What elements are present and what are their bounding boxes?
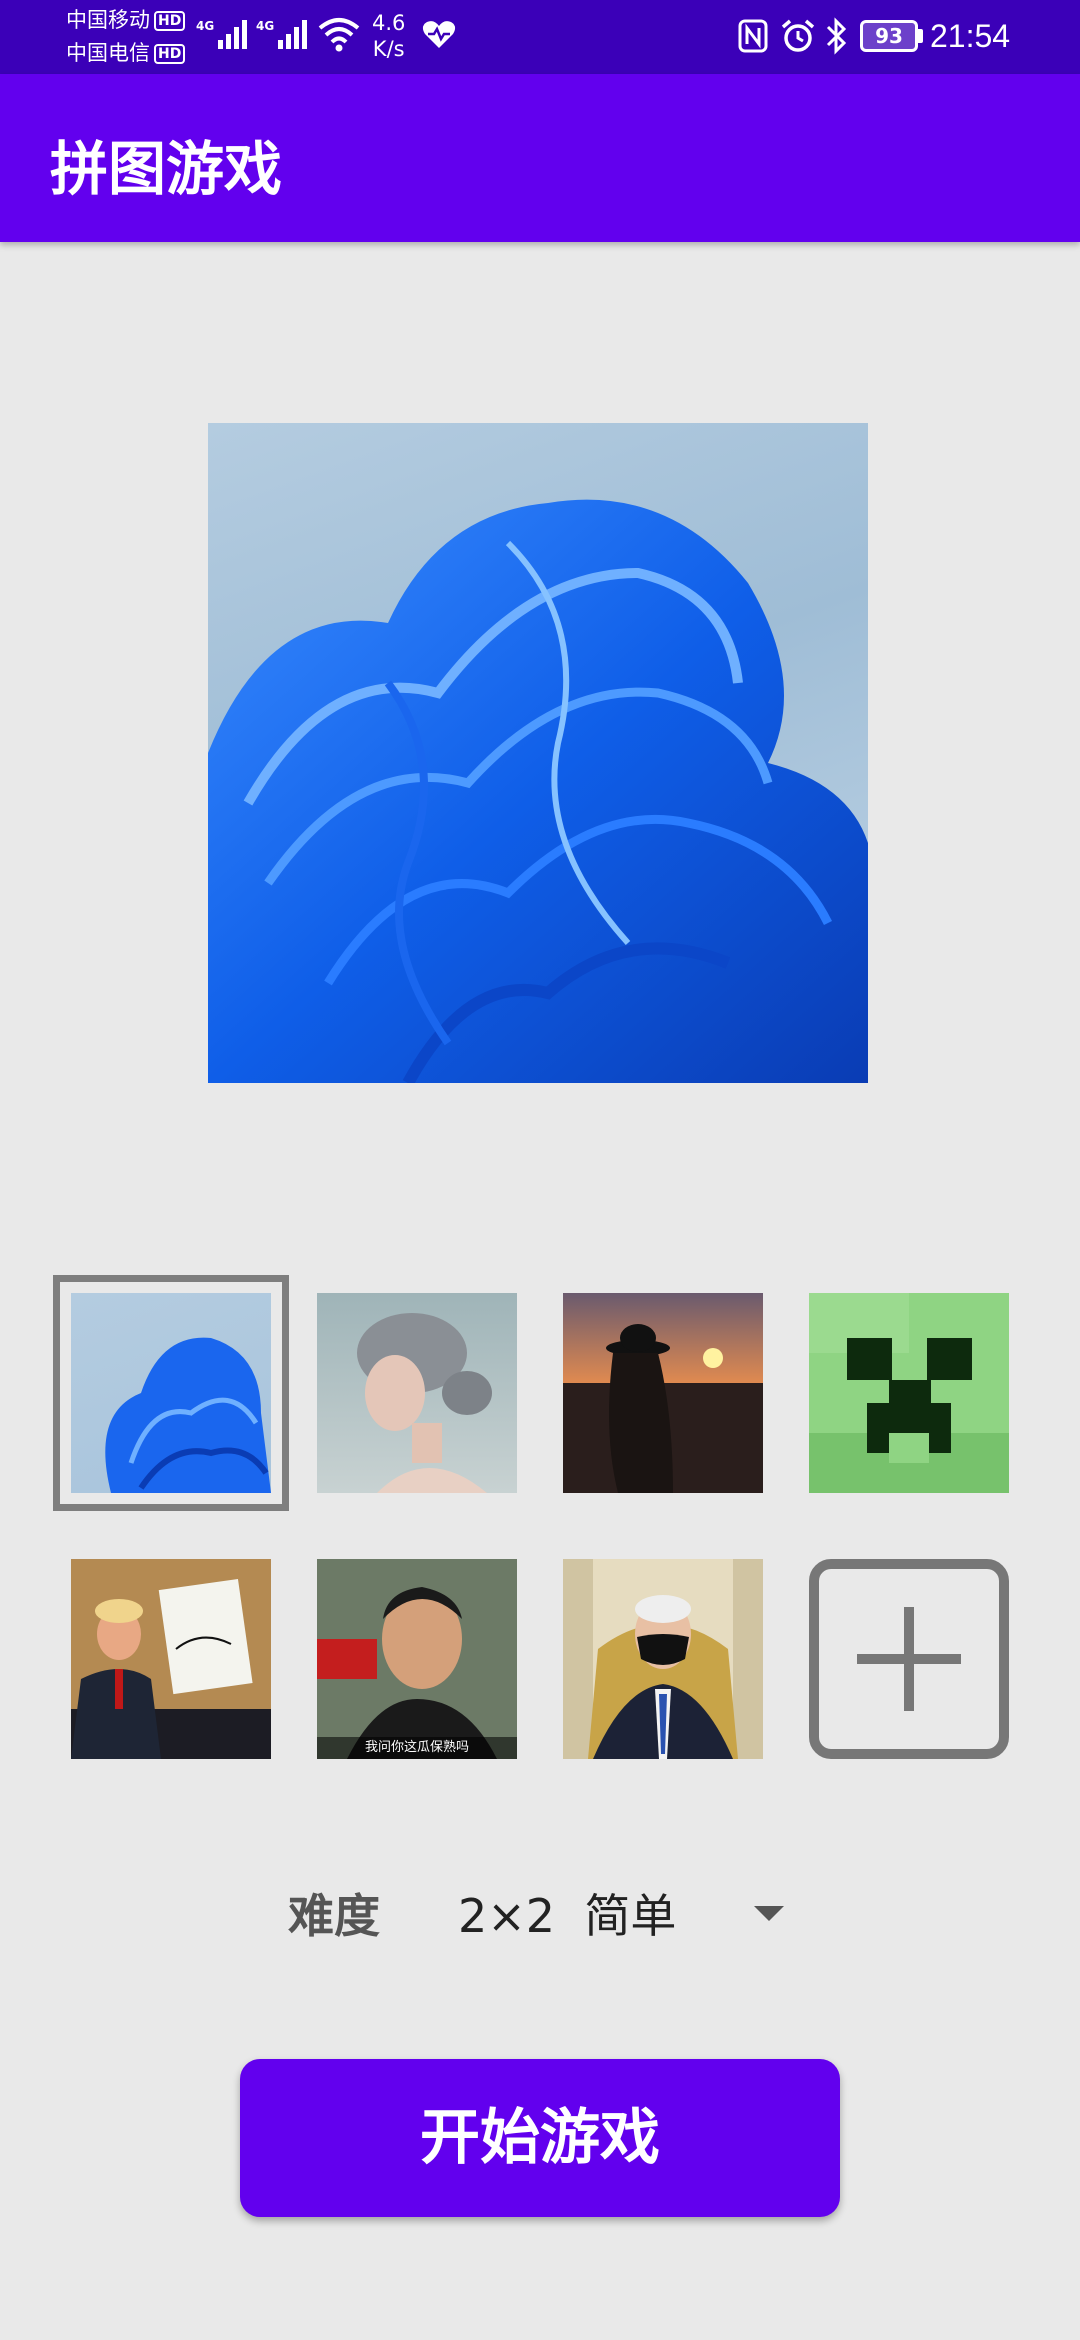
blue-ribbon-image [208,499,868,1083]
signal-icon: 4G [256,19,307,49]
battery-icon: 93 [860,20,918,52]
status-bar: 中国移动 HD 中国电信 HD 4G 4G 4.6 K/s 93 21:54 [0,0,1080,74]
app-bar: 拼图游戏 [0,74,1080,242]
clock: 21:54 [930,18,1011,54]
hd-badge: HD [154,11,186,31]
svg-text:4G: 4G [256,19,274,33]
thumbnail-6[interactable]: 我问你这瓜保熟吗 [317,1559,517,1759]
preview-image [208,423,868,1083]
difficulty-dropdown[interactable]: 2×2 简单 [458,1870,798,1950]
plus-icon-vertical [904,1607,914,1711]
chevron-down-icon [754,1906,784,1921]
woman-hat-sunset-thumbnail [563,1324,763,1493]
wifi-icon [318,18,360,52]
man-wearing-mask-thumbnail [563,1559,763,1759]
carrier-2-label: 中国电信 [66,41,150,65]
thumbnail-1[interactable] [71,1293,271,1493]
gray-haired-woman-thumbnail [357,1313,492,1493]
video-caption: 我问你这瓜保熟吗 [364,1740,469,1755]
battery-tip [918,29,923,43]
alarm-icon [781,19,815,52]
man-holding-document-thumbnail [71,1559,271,1759]
speed-value: 4.6 [372,11,406,35]
thumbnail-4[interactable] [809,1293,1009,1493]
difficulty-value: 2×2 简单 [458,1889,677,1943]
thumbnail-7[interactable] [563,1559,763,1759]
heart-health-icon [422,21,456,48]
thumbnail-5[interactable] [71,1559,271,1759]
thumbnail-3[interactable] [563,1293,763,1493]
man-video-frame-thumbnail [317,1559,517,1759]
network-speed: 4.6 K/s [372,10,405,62]
carrier-1-label: 中国移动 [66,8,150,32]
hd-badge: HD [154,44,186,64]
carrier-1: 中国移动 HD [66,8,186,32]
blue-ribbon-thumbnail [105,1337,271,1493]
bluetooth-icon [826,17,847,55]
svg-text:4G: 4G [196,19,214,33]
carrier-2: 中国电信 HD [66,41,186,65]
speed-unit: K/s [372,37,405,61]
green-creeper-thumbnail [809,1293,1009,1493]
nfc-icon [738,19,768,53]
app-title: 拼图游戏 [50,135,283,203]
difficulty-label: 难度 [288,1889,380,1943]
thumbnail-2[interactable] [317,1293,517,1493]
add-image-button[interactable] [809,1559,1009,1759]
start-game-button[interactable]: 开始游戏 [240,2059,840,2217]
signal-icon: 4G [196,19,247,49]
